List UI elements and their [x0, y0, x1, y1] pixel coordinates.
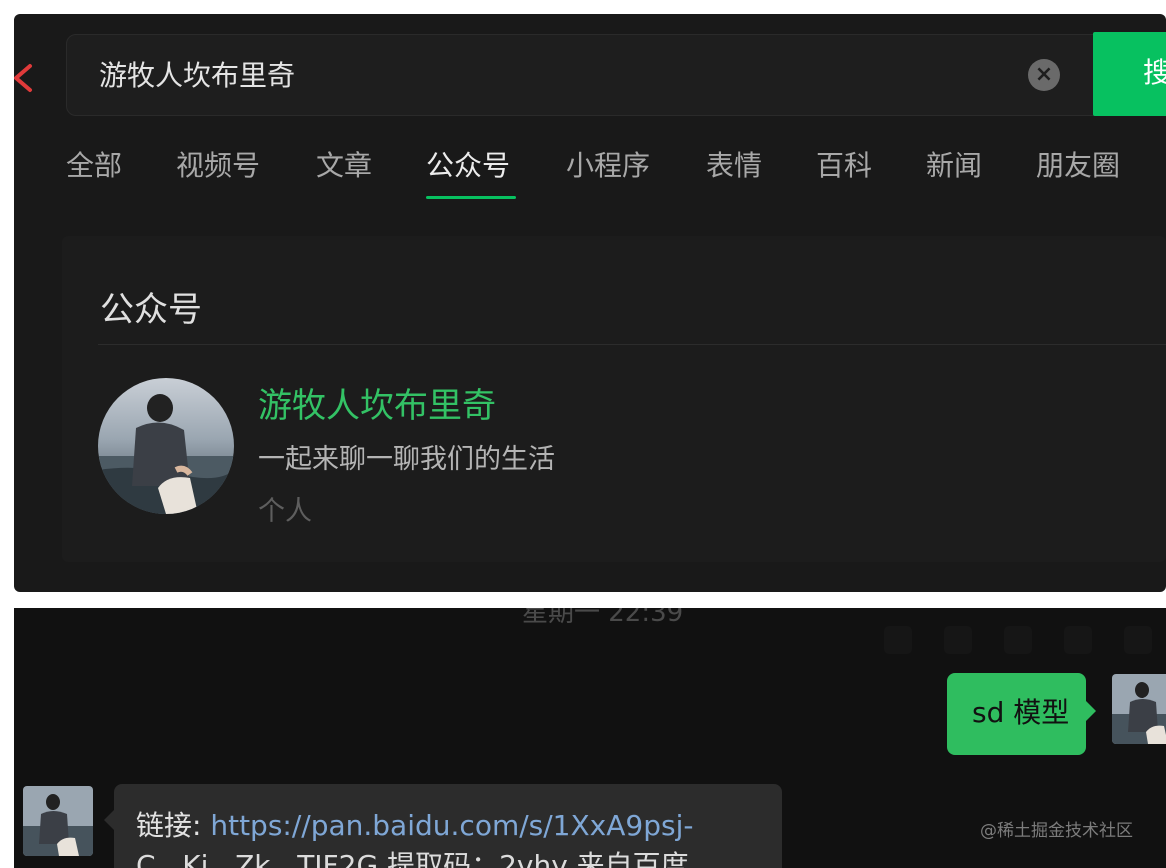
search-input[interactable]: 游牧人坎布里奇 ×	[66, 34, 1106, 116]
section-title: 公众号	[100, 290, 202, 330]
screenshot-icon[interactable]	[1004, 626, 1032, 654]
tab-stickers[interactable]: 表情	[706, 146, 762, 186]
account-name[interactable]: 游牧人坎布里奇	[258, 384, 496, 428]
active-tab-indicator	[426, 196, 516, 199]
watermark-text: @稀土掘金技术社区	[980, 821, 1133, 841]
received-message-line: 链接: https://pan.baidu.com/s/1XxA9psj-	[136, 808, 693, 844]
received-message-line-2: C...Ki...Zk...TJF2G 提取码：2vhy 来自百度	[136, 849, 689, 868]
sent-message-bubble[interactable]: sd 模型	[947, 673, 1096, 755]
search-query-text: 游牧人坎布里奇	[99, 59, 296, 92]
account-type-label: 个人	[258, 496, 312, 527]
tab-moments[interactable]: 朋友圈	[1036, 146, 1120, 186]
call-icon[interactable]	[1124, 626, 1152, 654]
tab-channels[interactable]: 视频号	[176, 146, 260, 186]
search-category-tabs: 全部 视频号 文章 公众号 小程序 表情 百科 新闻 朋友圈	[66, 146, 1166, 216]
contact-avatar[interactable]	[23, 786, 93, 856]
official-account-results-card: 公众号 游牧人坎布里奇 一起来聊一聊我们的生活 个人	[62, 236, 1166, 562]
folder-icon[interactable]	[944, 626, 972, 654]
search-button-label: 搜	[1143, 56, 1166, 89]
message-timestamp: 星期一 22:39	[522, 608, 684, 628]
chat-panel: 星期一 22:39 sd 模型 链接: https://pan.baidu.co…	[14, 608, 1166, 868]
account-avatar[interactable]	[98, 378, 234, 514]
emoji-icon[interactable]	[884, 626, 912, 654]
back-arrow-icon[interactable]	[14, 58, 34, 98]
received-message-bubble[interactable]: 链接: https://pan.baidu.com/s/1XxA9psj- C.…	[104, 784, 782, 868]
chat-history-icon[interactable]	[1064, 626, 1092, 654]
sent-message-text: sd 模型	[972, 696, 1070, 729]
tab-articles[interactable]: 文章	[316, 146, 372, 186]
tab-official-accounts[interactable]: 公众号	[426, 146, 510, 186]
search-button[interactable]: 搜	[1093, 32, 1166, 116]
tab-mini-programs[interactable]: 小程序	[566, 146, 650, 186]
tab-news[interactable]: 新闻	[926, 146, 982, 186]
clear-search-icon[interactable]: ×	[1028, 59, 1060, 91]
account-description: 一起来聊一聊我们的生活	[258, 444, 555, 475]
my-avatar[interactable]	[1112, 674, 1166, 744]
section-divider	[98, 344, 1166, 345]
tab-encyclopedia[interactable]: 百科	[816, 146, 872, 186]
link-prefix-text: 链接:	[136, 809, 211, 842]
tab-all[interactable]: 全部	[66, 146, 122, 186]
share-link[interactable]: https://pan.baidu.com/s/1XxA9psj-	[210, 809, 693, 842]
search-panel: 游牧人坎布里奇 × 搜 全部 视频号 文章 公众号 小程序 表情 百科 新闻 朋…	[14, 14, 1166, 592]
